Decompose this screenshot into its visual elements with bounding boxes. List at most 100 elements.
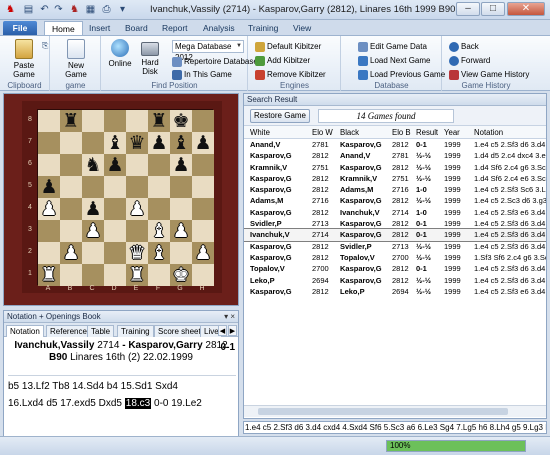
- white-pawn-icon[interactable]: ♟: [60, 242, 82, 264]
- square-b6[interactable]: [60, 154, 82, 176]
- black-rook-icon[interactable]: ♜: [148, 110, 170, 132]
- tab-score-sheet[interactable]: Score sheet: [154, 325, 205, 337]
- white-pawn-icon[interactable]: ♟: [38, 198, 60, 220]
- column-header[interactable]: White: [250, 126, 310, 139]
- table-row[interactable]: Kasparov,G 2812 Anand,V 2781 ½-½ 1999 1.d4 d5 …: [244, 150, 546, 161]
- square-d8[interactable]: [104, 110, 126, 132]
- black-rook-icon[interactable]: ♜: [60, 110, 82, 132]
- column-header[interactable]: Result: [416, 126, 442, 139]
- black-pawn-icon[interactable]: ♟: [170, 154, 192, 176]
- square-e8[interactable]: [126, 110, 148, 132]
- black-bishop-icon[interactable]: ♝: [104, 132, 126, 154]
- black-queen-icon[interactable]: ♛: [126, 132, 148, 154]
- tab-analysis[interactable]: Analysis: [196, 21, 242, 35]
- tab-home[interactable]: Home: [44, 21, 83, 35]
- square-c8[interactable]: [82, 110, 104, 132]
- square-f5[interactable]: [148, 176, 170, 198]
- square-f4[interactable]: [148, 198, 170, 220]
- tabs-scroll-right-icon[interactable]: ▶: [228, 325, 237, 336]
- table-row[interactable]: Svidler,P 2713 Kasparov,G 2812 0-1 1999 1.e4 c…: [244, 218, 546, 229]
- square-a3[interactable]: [38, 220, 60, 242]
- table-row[interactable]: Kasparov,G 2812 Svidler,P 2713 ½-½ 1999 1.e4 c…: [244, 241, 546, 252]
- square-h6[interactable]: [192, 154, 214, 176]
- board-icon[interactable]: ▦: [84, 3, 97, 16]
- square-h5[interactable]: [192, 176, 214, 198]
- table-row[interactable]: Leko,P 2694 Kasparov,G 2812 ½-½ 1999 1.e4 c5 2…: [244, 275, 546, 286]
- engine-icon[interactable]: ♞: [68, 3, 81, 16]
- online-button[interactable]: Online: [106, 39, 134, 68]
- tab-training[interactable]: Training: [117, 325, 154, 337]
- square-c2[interactable]: [82, 242, 104, 264]
- table-row[interactable]: Kasparov,G 2812 Kramnik,V 2751 ½-½ 1999 1.d4 S…: [244, 173, 546, 184]
- white-pawn-icon[interactable]: ♟: [170, 220, 192, 242]
- square-b5[interactable]: [60, 176, 82, 198]
- tab-view[interactable]: View: [286, 21, 318, 35]
- forward-button[interactable]: Forward: [449, 55, 490, 67]
- square-d2[interactable]: [104, 242, 126, 264]
- square-b1[interactable]: [60, 264, 82, 286]
- black-king-icon[interactable]: ♚: [170, 110, 192, 132]
- tab-report[interactable]: Report: [155, 21, 195, 35]
- minimize-button[interactable]: –: [456, 2, 480, 16]
- tab-training[interactable]: Training: [241, 21, 285, 35]
- tab-file[interactable]: File: [3, 21, 37, 35]
- copy-icon[interactable]: ⎘: [42, 41, 48, 51]
- print-icon[interactable]: ⎙: [100, 3, 113, 16]
- square-c5[interactable]: [82, 176, 104, 198]
- square-h4[interactable]: [192, 198, 214, 220]
- back-button[interactable]: Back: [449, 41, 479, 53]
- square-a7[interactable]: [38, 132, 60, 154]
- customize-icon[interactable]: ▾: [116, 3, 129, 16]
- square-d4[interactable]: [104, 198, 126, 220]
- black-bishop-icon[interactable]: ♝: [170, 132, 192, 154]
- tab-notation[interactable]: Notation: [6, 325, 44, 337]
- square-e3[interactable]: [126, 220, 148, 242]
- maximize-button[interactable]: □: [481, 2, 505, 16]
- column-header[interactable]: Year: [444, 126, 470, 139]
- moves-line-2[interactable]: 16.Lxd4 d5 17.exd5 Dxd5: [8, 398, 122, 409]
- square-g4[interactable]: [170, 198, 192, 220]
- save-icon[interactable]: ▤: [22, 3, 35, 16]
- square-b7[interactable]: [60, 132, 82, 154]
- square-a2[interactable]: [38, 242, 60, 264]
- square-e6[interactable]: [126, 154, 148, 176]
- table-row[interactable]: Kasparov,G 2812 Ivanchuk,V 2714 1-0 1999 1.e4 …: [244, 207, 546, 218]
- square-f6[interactable]: [148, 154, 170, 176]
- scrollbar-thumb[interactable]: [258, 408, 508, 415]
- table-row[interactable]: Topalov,V 2700 Kasparov,G 2812 0-1 1999 1.e4 c…: [244, 263, 546, 274]
- tab-board[interactable]: Board: [118, 21, 155, 35]
- redo-icon[interactable]: ↷: [52, 3, 65, 16]
- moves-line-2-after[interactable]: 0-0 19.Le2: [154, 398, 202, 409]
- column-header[interactable]: Black: [340, 126, 392, 139]
- column-header[interactable]: Notation: [474, 126, 546, 139]
- square-d1[interactable]: [104, 264, 126, 286]
- tab-reference[interactable]: Reference: [46, 325, 91, 337]
- close-button[interactable]: ✕: [507, 2, 545, 16]
- square-b3[interactable]: [60, 220, 82, 242]
- white-bishop-icon[interactable]: ♝: [148, 242, 170, 264]
- move-list[interactable]: b5 13.Lf2 Tb8 14.Sd4 b4 15.Sd1 Sxd4 16.L…: [8, 375, 236, 412]
- table-row[interactable]: Kasparov,G 2812 Adams,M 2716 1-0 1999 1.e4 c5 …: [244, 184, 546, 195]
- load-previous-game-button[interactable]: Load Previous Game: [358, 69, 445, 81]
- black-knight-icon[interactable]: ♞: [82, 154, 104, 176]
- white-rook-icon[interactable]: ♜: [126, 264, 148, 286]
- add-kibitzer-button[interactable]: Add Kibitzer: [255, 55, 310, 67]
- square-h8[interactable]: [192, 110, 214, 132]
- white-pawn-icon[interactable]: ♟: [82, 220, 104, 242]
- table-row[interactable]: Kramnik,V 2751 Kasparov,G 2812 ½-½ 1999 1.d4 S…: [244, 162, 546, 173]
- panel-pin-icon[interactable]: ▾ ×: [224, 311, 235, 323]
- paste-game-button[interactable]: Paste Game: [10, 39, 38, 79]
- white-queen-icon[interactable]: ♛: [126, 242, 148, 264]
- table-row[interactable]: Ivanchuk,V 2714 Kasparov,G 2812 0-1 1999 1.e4 …: [244, 228, 546, 242]
- results-horizontal-scrollbar[interactable]: [244, 405, 546, 417]
- square-g5[interactable]: [170, 176, 192, 198]
- tabs-scroll-left-icon[interactable]: ◀: [218, 325, 227, 336]
- current-move[interactable]: 18.c3: [124, 398, 152, 409]
- hard-disk-button[interactable]: Hard Disk: [136, 39, 164, 76]
- restore-game-button[interactable]: Restore Game: [250, 109, 310, 123]
- black-pawn-icon[interactable]: ♟: [104, 154, 126, 176]
- load-next-game-button[interactable]: Load Next Game: [358, 55, 430, 67]
- square-f1[interactable]: [148, 264, 170, 286]
- white-bishop-icon[interactable]: ♝: [148, 220, 170, 242]
- black-pawn-icon[interactable]: ♟: [148, 132, 170, 154]
